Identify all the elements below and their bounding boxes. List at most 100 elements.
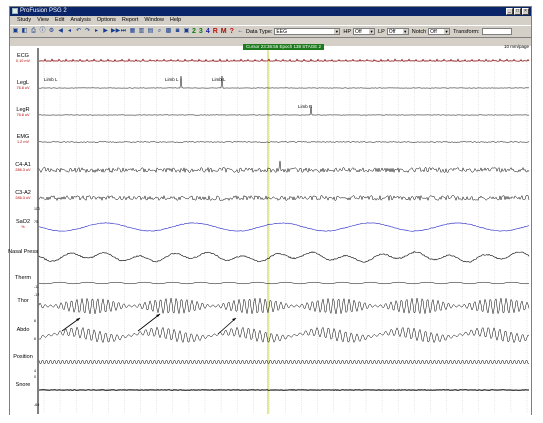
c4-a1-trace — [38, 160, 530, 174]
channel-scale: 286.3 uV — [15, 196, 31, 200]
lp-value: Off — [388, 29, 396, 35]
camera-icon[interactable]: ◙ — [174, 28, 181, 35]
channel-label[interactable]: Position — [8, 354, 38, 360]
maximize-button[interactable]: □ — [514, 8, 521, 15]
axis-number: -12 — [34, 293, 40, 297]
position-trace — [38, 360, 529, 364]
help-button[interactable]: ? — [230, 28, 234, 35]
menu-study[interactable]: Study — [14, 16, 34, 25]
page-rate: 10 mm/page — [503, 44, 529, 49]
axis-number: 0 — [34, 375, 36, 379]
chart-icon[interactable]: ▥ — [138, 28, 145, 35]
menu-bar: Study View Edit Analysis Options Report … — [10, 16, 531, 33]
menu-edit[interactable]: Edit — [52, 16, 67, 25]
chevron-down-icon: ▼ — [369, 29, 375, 34]
channel-scale: 286.3 uV — [15, 168, 31, 172]
annotation-arrow — [217, 317, 237, 335]
abdo-trace — [38, 326, 530, 344]
hp-label: HP — [343, 28, 352, 35]
play-icon[interactable]: ▶ — [102, 28, 109, 35]
title-bar: ProFusion PSG 2 _ □ × — [10, 7, 531, 16]
data-type-label: Data Type: — [245, 28, 273, 35]
step-back-icon[interactable]: ◂ — [66, 28, 73, 35]
video-icon[interactable]: ▩ — [165, 28, 172, 35]
menu-analysis[interactable]: Analysis — [67, 16, 93, 25]
menu-report[interactable]: Report — [119, 16, 142, 25]
hypnogram-icon[interactable]: ▤ — [147, 28, 154, 35]
channel-scale: % — [21, 225, 25, 229]
lp-select[interactable]: Off ▼ — [386, 28, 409, 35]
channel-scale: 1.2 mV — [16, 140, 30, 144]
axis-number: 75 — [34, 220, 38, 224]
page-3-button[interactable]: 3 — [199, 28, 203, 35]
event-label[interactable]: Limb L — [165, 77, 179, 82]
menu-options[interactable]: Options — [94, 16, 119, 25]
zoom-icon[interactable]: ⌕ — [156, 28, 163, 35]
grid-icon[interactable]: ▦ — [129, 28, 136, 35]
undo-icon[interactable]: ↶ — [75, 28, 82, 35]
redo-icon[interactable]: ↷ — [84, 28, 91, 35]
snore-trace — [39, 389, 530, 391]
fast-forward-icon[interactable]: ▶▶ — [111, 28, 120, 35]
end-icon[interactable]: ⏭ — [120, 28, 127, 35]
transform-label: Transform: — [453, 28, 480, 35]
ecg-trace — [38, 58, 530, 62]
m-button[interactable]: M — [221, 28, 227, 35]
info-icon[interactable]: ⓘ — [39, 28, 46, 35]
channel-label[interactable]: Thor — [8, 298, 38, 304]
event-label[interactable]: Limb L — [44, 77, 58, 82]
signal-traces — [37, 48, 530, 414]
leg-l-trace — [38, 76, 530, 89]
transform-input[interactable] — [481, 28, 512, 35]
signal-chart[interactable] — [10, 46, 531, 416]
toolbar: ▣ ◧ ⎙ ⓘ ⚙ ◀ ◂ ↶ ↷ ▸ ▶ ▶▶ ⏭ ▦ ▥ ▤ ⌕ ▩ ◙ ▣… — [10, 25, 531, 38]
menu-window[interactable]: Window — [141, 16, 167, 25]
therm-trace — [38, 281, 530, 285]
step-forward-icon[interactable]: ▸ — [93, 28, 100, 35]
minimize-button[interactable]: _ — [506, 8, 513, 15]
page-4-button[interactable]: 4 — [206, 28, 210, 35]
axis-number: 6 — [34, 319, 36, 323]
channel-label[interactable]: Abdo — [8, 327, 38, 333]
axis-number: 4 — [34, 369, 36, 373]
leg-r-trace — [38, 106, 530, 116]
r-button[interactable]: R — [213, 28, 218, 35]
event-label[interactable]: Limb L — [212, 77, 226, 82]
status-banner: Cursor 23:36:55 Epoch 138 STAGE 2 — [243, 44, 324, 50]
channel-label[interactable]: Nasal Press — [8, 249, 38, 255]
app-icon — [12, 8, 18, 14]
channel-label[interactable]: Snore — [8, 382, 38, 388]
menu-help[interactable]: Help — [167, 16, 184, 25]
axis-number: -60 — [34, 403, 40, 407]
print-icon[interactable]: ⎙ — [30, 28, 37, 35]
notch-select[interactable]: Off ▼ — [428, 28, 451, 35]
rewind-icon[interactable]: ◀ — [57, 28, 64, 35]
open-icon[interactable]: ▣ — [12, 28, 19, 35]
channel-scale: 0.10 mV — [15, 59, 31, 63]
thor-trace — [38, 297, 530, 315]
channel-scale: 76.8 uV — [16, 86, 30, 90]
nasal-press-trace — [38, 251, 530, 263]
c3-a2-trace — [38, 194, 530, 202]
data-type-select[interactable]: EEG ▼ — [274, 28, 341, 35]
channel-label[interactable]: Therm — [8, 275, 38, 281]
chevron-down-icon: ▼ — [444, 29, 450, 34]
menu-view[interactable]: View — [34, 16, 52, 25]
arrow-icon[interactable]: ← — [237, 28, 244, 35]
close-button[interactable]: × — [522, 8, 529, 15]
notch-value: Off — [430, 29, 437, 35]
chevron-down-icon: ▼ — [402, 29, 408, 34]
montage-icon[interactable]: ◧ — [21, 28, 28, 35]
hp-select[interactable]: Off ▼ — [353, 28, 376, 35]
axis-number: -11 — [34, 285, 39, 289]
event-label[interactable]: Limb R — [298, 104, 312, 109]
chevron-down-icon: ▼ — [334, 29, 340, 34]
hp-value: Off — [355, 29, 362, 35]
notch-label: Notch — [411, 28, 427, 35]
axis-number: 100 — [34, 207, 40, 211]
sao2-trace — [38, 222, 530, 232]
lp-label: LP — [378, 28, 385, 35]
report-icon[interactable]: ▣ — [183, 28, 190, 35]
settings-icon[interactable]: ⚙ — [48, 28, 55, 35]
page-2-button[interactable]: 2 — [192, 28, 196, 35]
